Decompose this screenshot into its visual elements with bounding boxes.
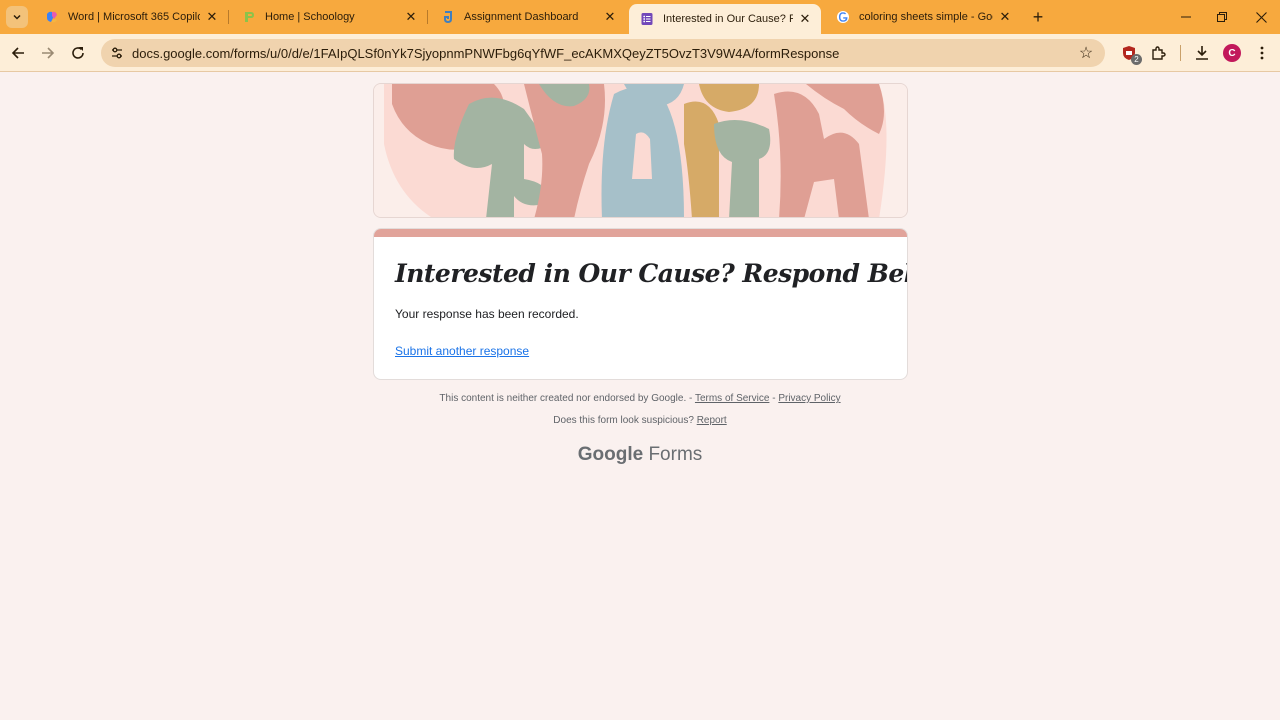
site-info-icon[interactable] [107, 43, 127, 63]
tab-title: Word | Microsoft 365 Copilot [68, 11, 200, 23]
suspicious-text: Does this form look suspicious? [553, 415, 694, 426]
tab-strip: Word | Microsoft 365 Copilot ✕ Home | Sc… [0, 0, 1280, 34]
close-window-button[interactable] [1246, 6, 1276, 28]
card-accent-bar [374, 229, 907, 237]
chevron-down-icon [13, 14, 21, 20]
close-tab-icon[interactable]: ✕ [997, 9, 1013, 25]
form-disclaimer: This content is neither created nor endo… [0, 393, 1280, 404]
privacy-policy-link[interactable]: Privacy Policy [778, 393, 840, 404]
reload-icon [72, 47, 84, 59]
disclaimer-text: This content is neither created nor endo… [439, 393, 693, 404]
close-tab-icon[interactable]: ✕ [797, 11, 813, 27]
download-icon [1196, 46, 1208, 60]
browser-menu-button[interactable] [1251, 42, 1273, 64]
extension-count-badge: 2 [1131, 54, 1142, 65]
tab-title: coloring sheets simple - Google [859, 11, 993, 23]
schoology-icon [241, 9, 257, 25]
browser-toolbar: docs.google.com/forms/u/0/d/e/1FAIpQLSf0… [0, 34, 1280, 72]
forward-button[interactable] [36, 41, 60, 65]
arrow-left-icon [11, 47, 24, 59]
avatar: C [1223, 44, 1241, 62]
close-tab-icon[interactable]: ✕ [204, 9, 220, 25]
reload-button[interactable] [66, 41, 90, 65]
report-link[interactable]: Report [697, 415, 727, 426]
google-icon [835, 9, 851, 25]
back-button[interactable] [6, 41, 30, 65]
response-recorded-message: Your response has been recorded. [395, 307, 579, 321]
form-title: Interested in Our Cause? Respond Below! [395, 259, 908, 288]
close-tab-icon[interactable]: ✕ [403, 9, 419, 25]
copilot-icon [44, 9, 60, 25]
tab-title: Home | Schoology [265, 11, 355, 23]
google-forms-logo[interactable]: Google Forms [0, 444, 1280, 466]
tab-search-button[interactable] [6, 6, 28, 28]
faith-lettering-artwork [374, 84, 907, 217]
close-icon [1255, 11, 1267, 23]
tab-schoology[interactable]: Home | Schoology ✕ [231, 4, 428, 30]
toolbar-divider [1180, 45, 1181, 61]
tab-word[interactable]: Word | Microsoft 365 Copilot ✕ [34, 4, 229, 30]
tab-title: Interested in Our Cause? Respo [663, 13, 793, 25]
extension-badge-button[interactable]: 2 [1118, 42, 1142, 65]
profile-button[interactable]: C [1221, 42, 1243, 64]
new-tab-button[interactable]: + [1028, 7, 1048, 27]
tab-google-form[interactable]: Interested in Our Cause? Respo ✕ [629, 4, 821, 34]
minimize-icon [1181, 16, 1191, 18]
google-forms-icon [639, 11, 655, 27]
url-text: docs.google.com/forms/u/0/d/e/1FAIpQLSf0… [132, 45, 840, 61]
address-bar[interactable]: docs.google.com/forms/u/0/d/e/1FAIpQLSf0… [101, 39, 1105, 67]
close-tab-icon[interactable]: ✕ [602, 9, 618, 25]
downloads-button[interactable] [1191, 42, 1213, 64]
submit-another-response-link[interactable]: Submit another response [395, 344, 529, 358]
more-vertical-icon [1260, 46, 1264, 60]
tab-google-search[interactable]: coloring sheets simple - Google ✕ [825, 4, 1021, 30]
arrow-right-icon [42, 47, 55, 59]
footer-separator: - [772, 393, 776, 404]
form-response-card: Interested in Our Cause? Respond Below! … [373, 228, 908, 380]
report-line: Does this form look suspicious? Report [0, 415, 1280, 426]
dashboard-icon [440, 9, 456, 25]
bookmark-star-icon[interactable]: ☆ [1077, 44, 1095, 62]
puzzle-icon [1152, 46, 1166, 60]
form-header-image [373, 83, 908, 218]
extensions-button[interactable] [1147, 42, 1169, 64]
restore-button[interactable] [1207, 6, 1237, 28]
forms-wordmark: Forms [648, 444, 703, 465]
terms-of-service-link[interactable]: Terms of Service [695, 393, 769, 404]
restore-icon [1217, 12, 1227, 22]
minimize-button[interactable] [1171, 6, 1201, 28]
tab-assignment-dashboard[interactable]: Assignment Dashboard ✕ [430, 4, 626, 30]
tab-title: Assignment Dashboard [464, 11, 579, 23]
google-wordmark: Google [577, 444, 644, 465]
